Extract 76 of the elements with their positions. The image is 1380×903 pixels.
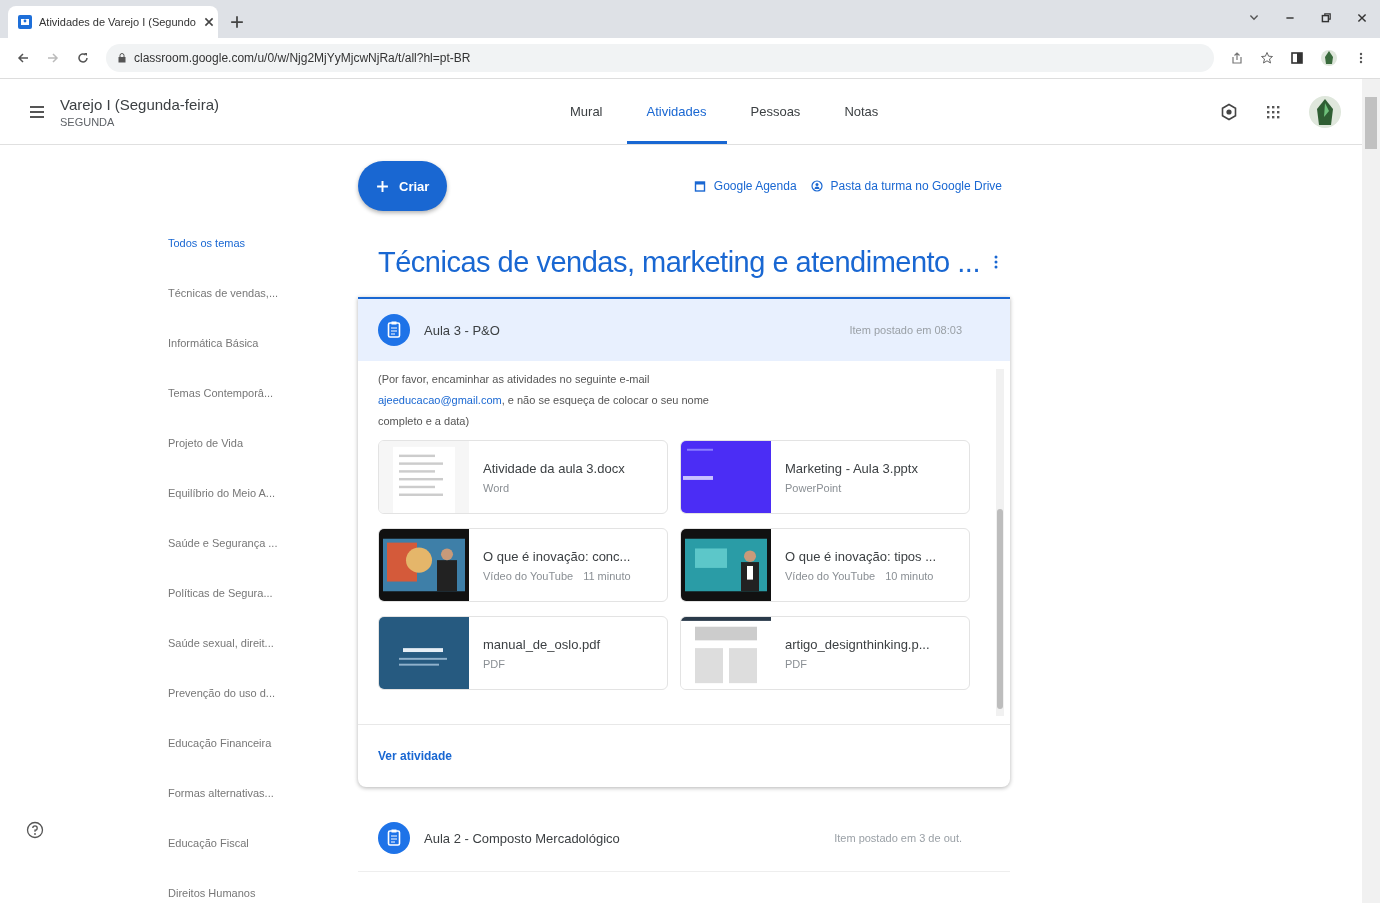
email-link[interactable]: ajeeducacao@gmail.com (378, 394, 502, 406)
topic-link[interactable]: Temas Contemporâ... (0, 387, 358, 437)
topic-link[interactable]: Formas alternativas... (0, 787, 358, 837)
attachment-card[interactable]: O que é inovação: conc... Vídeo do YouTube 11 minuto (378, 528, 668, 602)
star-icon[interactable] (1260, 51, 1274, 65)
restore-icon[interactable] (1320, 12, 1332, 24)
scrollbar[interactable] (996, 369, 1004, 716)
posted-time: Item postado em 08:03 (849, 324, 962, 336)
attachment-type: PowerPoint (785, 481, 842, 494)
attachment-name: manual_de_oslo.pdf (483, 636, 601, 652)
attachment-name: Marketing - Aula 3.pptx (785, 460, 918, 476)
topic-link[interactable]: Equilíbrio do Meio A... (0, 487, 358, 537)
description-text: (Por favor, encaminhar as atividades no seguinte e-mail ajeeducacao@gmail.com, e não se esqueça de colocar o seu nome completo e a data) (378, 372, 710, 429)
attachment-type: PDF (785, 657, 807, 670)
avatar-icon[interactable] (1308, 94, 1342, 129)
assignment-title[interactable]: Aula 3 - P&O (424, 322, 500, 338)
attachment-type: 10 minuto (885, 569, 934, 582)
folder-person-icon (810, 180, 823, 192)
address-field[interactable]: classroom.google.com/u/0/w/Njg2MjYyMjcwNjRa/t/all?hl=pt-BR (106, 44, 1214, 72)
reload-icon[interactable] (76, 51, 90, 65)
assignment-row[interactable]: Aula 2 - Composto Mercadológico Item postado em 3 de out. (358, 805, 1010, 872)
scrollbar[interactable] (1362, 79, 1380, 903)
attachment-type: 11 minuto (583, 569, 631, 582)
close-icon[interactable] (1356, 12, 1368, 24)
avatar-icon[interactable] (1320, 49, 1338, 67)
settings-icon[interactable] (1220, 102, 1238, 121)
course-section: SEGUNDA (60, 115, 360, 128)
topic-link[interactable]: Saúde sexual, direit... (0, 637, 358, 687)
attachment-name: O que é inovação: tipos ... (785, 548, 937, 564)
plus-icon (376, 179, 389, 193)
view-assignment-link[interactable]: Ver atividade (378, 749, 453, 763)
topic-link[interactable]: Informática Básica (0, 337, 358, 387)
close-icon[interactable] (202, 16, 215, 28)
attachment-type: Vídeo do YouTube (785, 569, 876, 582)
nav-tab[interactable]: Atividades (626, 79, 727, 144)
tab-title: Atividades de Varejo I (Segundo (39, 16, 196, 28)
topic-link[interactable]: Educação Financeira (0, 737, 358, 787)
nav-tab[interactable]: Notas (824, 79, 899, 144)
toolbar-link[interactable]: Google Agenda (693, 179, 797, 193)
topic-link[interactable]: Todos os temas (0, 237, 358, 287)
assignment-icon (378, 314, 410, 346)
topic-link[interactable]: Projeto de Vida (0, 437, 358, 487)
browser-tab[interactable]: Atividades de Varejo I (Segundo (8, 6, 218, 38)
back-icon[interactable] (16, 51, 30, 65)
new-tab-icon[interactable] (230, 15, 244, 29)
lock-icon (118, 53, 126, 63)
course-title[interactable]: Varejo I (Segunda-feira) (60, 95, 360, 113)
topic-link[interactable]: Educação Fiscal (0, 837, 358, 887)
topic-title: Técnicas de vendas, marketing e atendimento ... (378, 245, 980, 279)
nav-tab[interactable]: Pessoas (730, 79, 821, 144)
attachment-name: O que é inovação: conc... (483, 548, 631, 564)
attachment-card[interactable]: artigo_designthinking.p... PDF (680, 616, 970, 690)
attachment-card[interactable]: Atividade da aula 3.docx Word (378, 440, 668, 514)
attachment-type: Vídeo do YouTube (483, 569, 574, 582)
share-icon[interactable] (1230, 51, 1244, 65)
create-button[interactable]: Criar (358, 161, 448, 211)
topic-link[interactable]: Técnicas de vendas,... (0, 287, 358, 337)
topic-link[interactable]: Políticas de Segura... (0, 587, 358, 637)
assignment-icon (378, 822, 410, 854)
attachment-type: PDF (483, 657, 505, 670)
attachment-name: artigo_designthinking.p... (785, 636, 930, 652)
more-icon[interactable] (993, 254, 998, 270)
topic-link[interactable]: Prevenção do uso d... (0, 687, 358, 737)
attachment-card[interactable]: Marketing - Aula 3.pptx PowerPoint (680, 440, 970, 514)
topic-link[interactable]: Direitos Humanos (0, 887, 358, 903)
attachment-card[interactable]: manual_de_oslo.pdf PDF (378, 616, 668, 690)
attachment-type: Word (483, 481, 510, 494)
calendar-icon (693, 180, 706, 192)
attachment-name: Atividade da aula 3.docx (483, 460, 625, 476)
side-panel-icon[interactable] (1290, 51, 1304, 65)
classroom-icon (18, 15, 32, 29)
nav-tab[interactable]: Mural (550, 79, 623, 144)
toolbar-link[interactable]: Pasta da turma no Google Drive (810, 179, 1002, 193)
attachment-card[interactable]: O que é inovação: tipos ... Vídeo do YouTube 10 minuto (680, 528, 970, 602)
topic-link[interactable]: Saúde e Segurança ... (0, 537, 358, 587)
help-icon[interactable] (26, 821, 44, 839)
